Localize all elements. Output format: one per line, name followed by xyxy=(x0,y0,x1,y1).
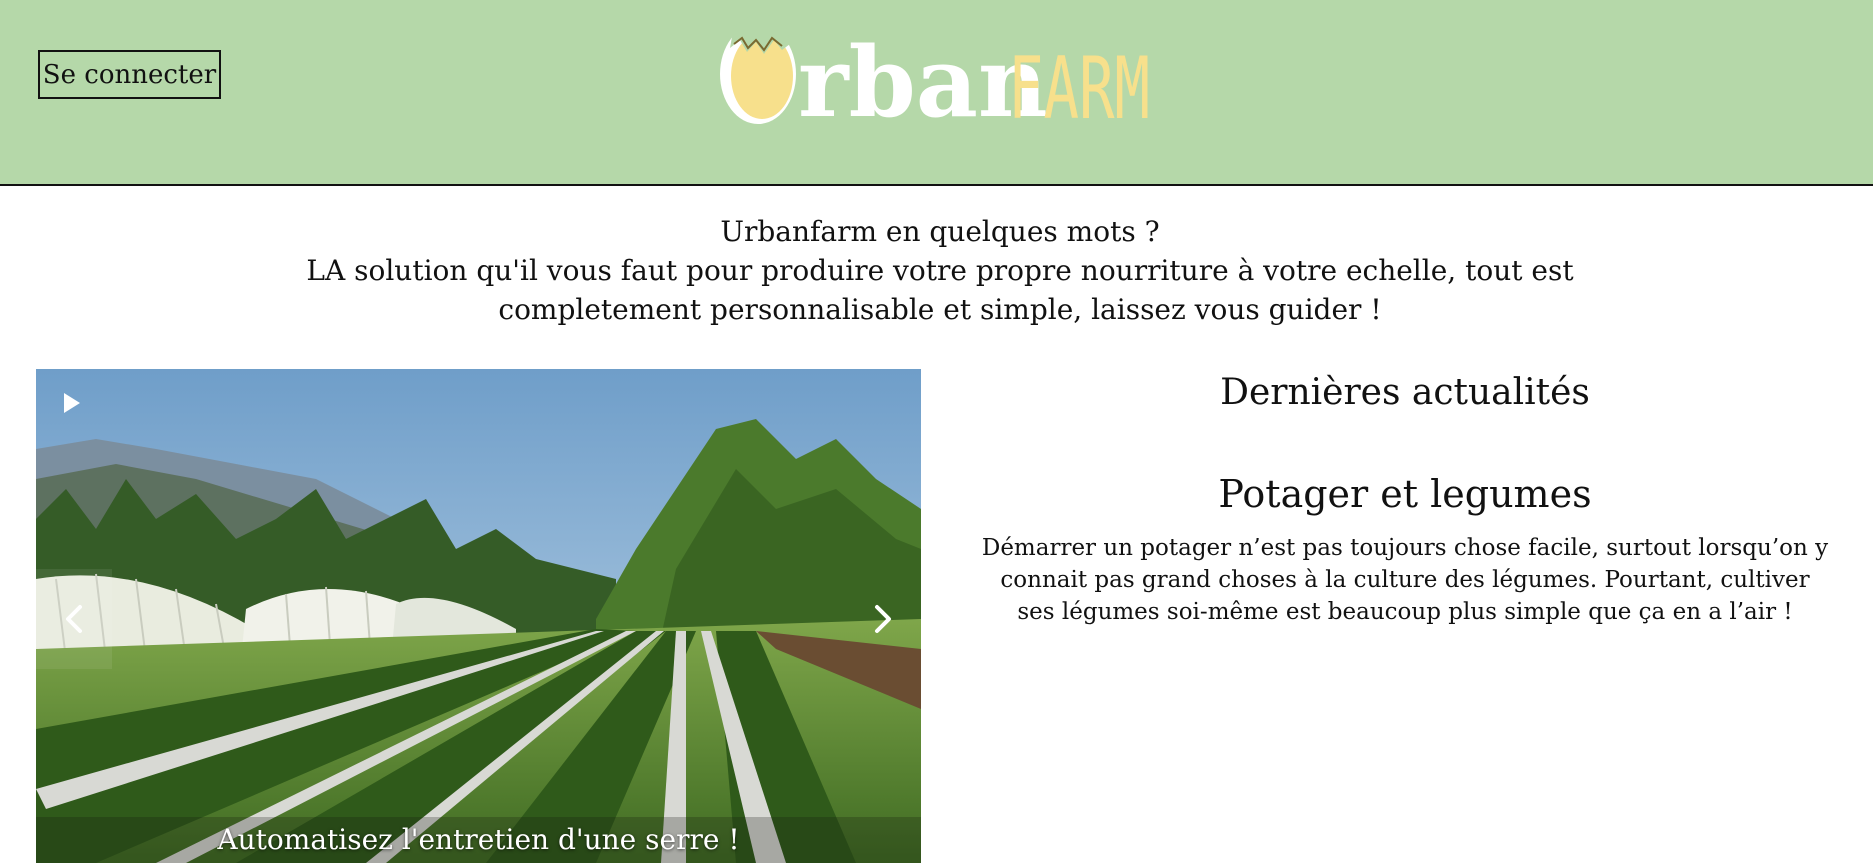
login-button[interactable]: Se connecter xyxy=(38,50,221,99)
carousel-prev-button[interactable] xyxy=(36,569,112,669)
intro-title: Urbanfarm en quelques mots ? xyxy=(720,215,1160,248)
article-title[interactable]: Potager et legumes xyxy=(980,468,1830,520)
chevron-right-icon xyxy=(875,605,891,633)
urbanfarm-logo[interactable]: rban FARM xyxy=(716,6,1156,128)
greenhouse-photo xyxy=(36,369,921,863)
chevron-left-icon xyxy=(66,605,82,633)
intro-body: LA solution qu'il vous faut pour produir… xyxy=(306,254,1574,326)
news-section: Dernières actualités Potager et legumes … xyxy=(980,368,1830,628)
image-carousel[interactable]: Automatisez l'entretien d'une serre ! xyxy=(36,369,921,863)
article-excerpt: Démarrer un potager n’est pas toujours c… xyxy=(981,535,1829,625)
carousel-next-button[interactable] xyxy=(845,569,921,669)
play-button[interactable] xyxy=(60,389,84,417)
site-header: Se connecter rban FARM xyxy=(0,0,1873,186)
intro-section: Urbanfarm en quelques mots ? LA solution… xyxy=(280,212,1600,329)
play-icon xyxy=(64,393,80,413)
logo-accent-text: FARM xyxy=(1008,39,1150,128)
logo-graphic: rban FARM xyxy=(720,10,1150,128)
carousel-caption: Automatisez l'entretien d'une serre ! xyxy=(36,817,921,863)
news-heading: Dernières actualités xyxy=(1220,372,1590,413)
egg-icon xyxy=(720,10,796,124)
